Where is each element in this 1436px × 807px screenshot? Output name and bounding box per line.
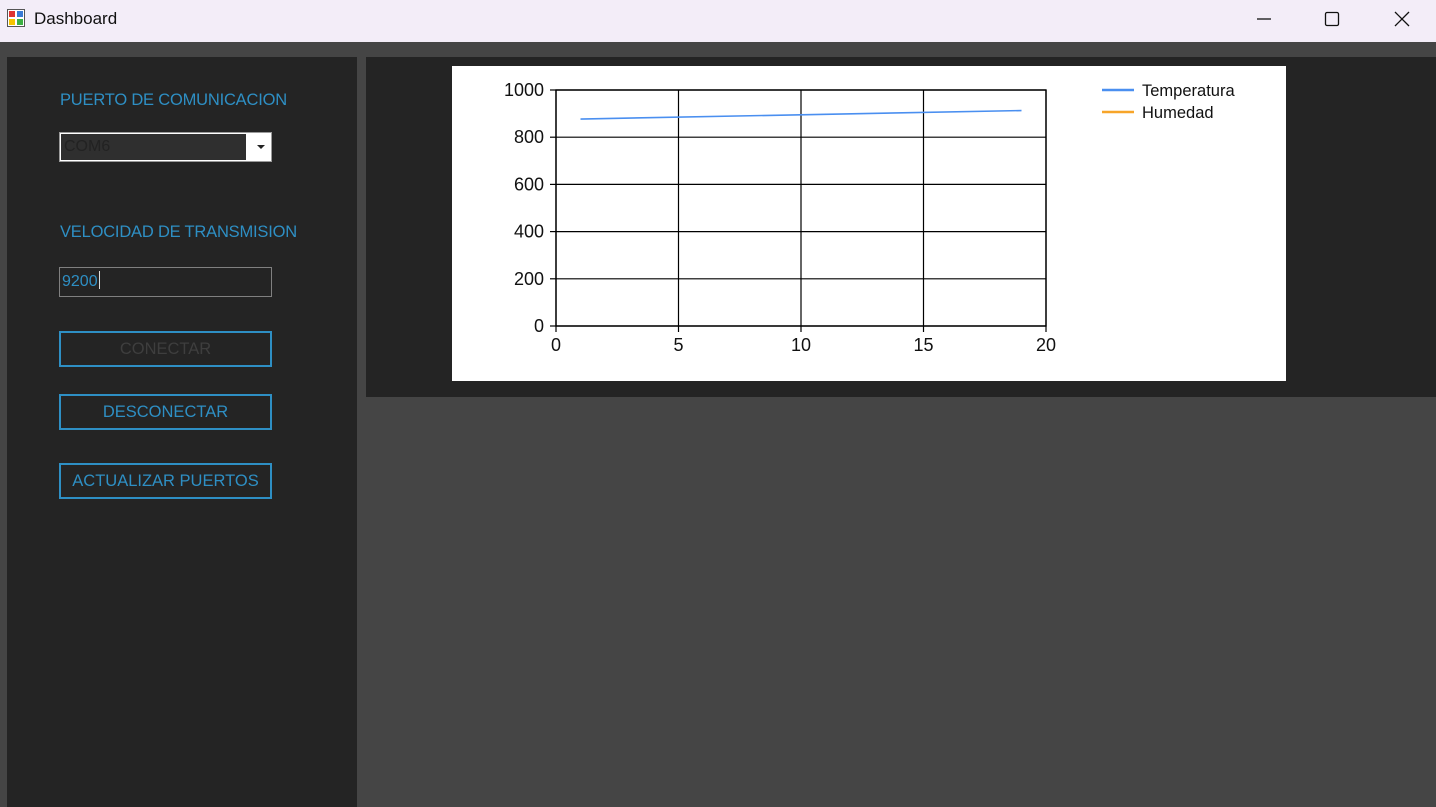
refresh-ports-button[interactable]: ACTUALIZAR PUERTOS	[59, 463, 272, 499]
speed-label: VELOCIDAD DE TRANSMISION	[60, 223, 297, 241]
legend-label: Humedad	[1142, 104, 1214, 122]
chevron-down-icon[interactable]	[257, 145, 265, 149]
chart-panel: 0 5 10 15 20 0 200 400 600 800 1000 Temperatura Hume…	[366, 57, 1436, 397]
connect-button[interactable]: CONECTAR	[59, 331, 272, 367]
port-select[interactable]: COM6	[59, 132, 272, 162]
x-tick-label: 15	[913, 335, 933, 355]
y-tick-label: 600	[514, 174, 544, 194]
minimize-button[interactable]	[1230, 0, 1298, 38]
close-button[interactable]	[1368, 0, 1436, 38]
text-caret	[98, 271, 100, 289]
close-icon	[1394, 11, 1410, 27]
disconnect-button[interactable]: DESCONECTAR	[59, 394, 272, 430]
y-tick-label: 800	[514, 127, 544, 147]
x-tick-label: 5	[673, 335, 683, 355]
x-tick-label: 10	[791, 335, 811, 355]
x-tick-label: 20	[1036, 335, 1056, 355]
chart-area: 0 5 10 15 20 0 200 400 600 800 1000 Temperatura Hume…	[452, 66, 1286, 381]
y-tick-label: 400	[514, 222, 544, 242]
y-tick-label: 0	[534, 316, 544, 336]
port-label: PUERTO DE COMUNICACION	[60, 91, 287, 109]
y-tick-label: 1000	[504, 80, 544, 100]
title-bar: Dashboard	[0, 0, 1436, 42]
line-chart: 0 5 10 15 2002004006008001000 TemperaturaHume…	[504, 80, 1235, 355]
connection-sidebar: PUERTO DE COMUNICACION COM6 VELOCIDAD DE…	[7, 57, 357, 807]
port-select-value: COM6	[61, 134, 246, 160]
speed-input-value: 9200	[62, 273, 98, 290]
legend-label: Temperatura	[1142, 82, 1235, 100]
window-title: Dashboard	[34, 9, 118, 28]
app-icon	[7, 9, 25, 27]
maximize-button[interactable]	[1298, 0, 1366, 38]
minimize-icon	[1257, 18, 1271, 20]
maximize-icon	[1324, 11, 1340, 27]
y-tick-label: 200	[514, 269, 544, 289]
x-tick-label: 0	[551, 335, 561, 355]
speed-input[interactable]: 9200	[59, 267, 272, 297]
